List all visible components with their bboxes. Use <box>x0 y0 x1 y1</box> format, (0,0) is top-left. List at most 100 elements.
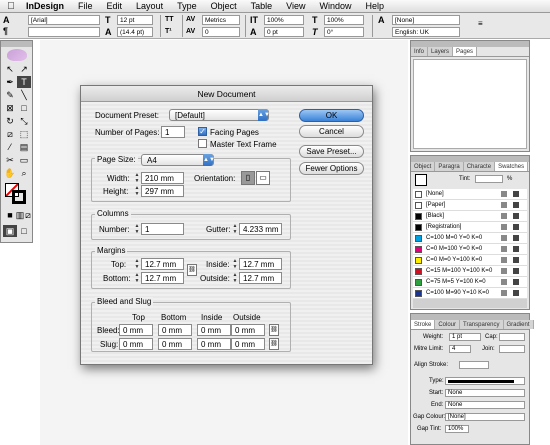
direct-selection-tool-icon[interactable]: ↗ <box>17 63 31 75</box>
horizontal-scale-field[interactable]: 100% <box>324 15 364 25</box>
slug-chain-icon[interactable]: ⛓ <box>269 338 279 350</box>
swatch-row[interactable]: C=100 M=90 Y=10 K=0 <box>413 288 527 299</box>
swatch-row[interactable]: [Registration] <box>413 222 527 233</box>
bleed-bottom-input[interactable]: 0 mm <box>158 324 192 336</box>
tab-transparency[interactable]: Transparency <box>460 320 504 329</box>
apple-menu-icon[interactable]:  <box>4 1 18 12</box>
font-style-field[interactable] <box>28 27 100 37</box>
stroke-swatch-icon[interactable] <box>12 190 26 204</box>
shear-tool-icon[interactable]: ⧄ <box>3 128 17 140</box>
columns-number-input[interactable]: 1 <box>141 223 184 235</box>
button-tool-icon[interactable]: ▭ <box>17 154 31 166</box>
tab-paragraph[interactable]: Paragra <box>435 162 464 171</box>
cancel-button[interactable]: Cancel <box>299 125 364 138</box>
join-buttons[interactable] <box>499 345 525 353</box>
apply-none-icon[interactable]: ⧄ <box>23 209 33 221</box>
inside-stepper-icon[interactable]: ▲ ▼ <box>232 258 238 270</box>
master-text-frame-checkbox[interactable] <box>198 139 207 148</box>
mitre-limit-input[interactable]: 4 <box>449 345 471 353</box>
vertical-scale-field[interactable]: 100% <box>264 15 304 25</box>
rectangle-frame-tool-icon[interactable]: ⊠ <box>3 102 17 114</box>
tab-info[interactable]: Info <box>411 47 429 56</box>
preview-mode-icon[interactable]: □ <box>17 225 31 237</box>
pages-input[interactable]: 1 <box>161 126 185 138</box>
font-family-field[interactable]: [Arial] <box>28 15 100 25</box>
start-select[interactable]: None <box>445 389 525 397</box>
tab-object[interactable]: Object <box>411 162 436 171</box>
swatch-row[interactable]: C=0 M=0 Y=100 K=0 <box>413 255 527 266</box>
height-stepper-icon[interactable]: ▲ ▼ <box>134 185 140 197</box>
scissors-tool-icon[interactable]: ✂ <box>3 154 17 166</box>
slug-bottom-input[interactable]: 0 mm <box>158 338 192 350</box>
stroke-weight-input[interactable]: 1 pt <box>449 333 481 341</box>
font-size-field[interactable]: 12 pt <box>117 15 153 25</box>
end-select[interactable]: None <box>445 401 525 409</box>
gap-colour-select[interactable]: [None] <box>445 413 525 421</box>
outside-stepper-icon[interactable]: ▲ ▼ <box>232 272 238 284</box>
swatch-row[interactable]: [Paper] <box>413 200 527 211</box>
menu-edit[interactable]: Edit <box>100 1 130 11</box>
type-tool-icon[interactable]: T <box>17 76 31 88</box>
margin-outside-input[interactable]: 12.7 mm <box>239 272 282 284</box>
rotate-tool-icon[interactable]: ↻ <box>3 115 17 127</box>
zoom-tool-icon[interactable]: ⌕ <box>17 167 31 179</box>
tab-swatches[interactable]: Swatches <box>495 162 529 171</box>
tint-input[interactable] <box>475 175 503 183</box>
menu-help[interactable]: Help <box>359 1 392 11</box>
portrait-orientation-icon[interactable]: ▯ <box>241 171 255 185</box>
swatch-row[interactable]: C=0 M=100 Y=0 K=0 <box>413 244 527 255</box>
landscape-orientation-icon[interactable]: ▭ <box>256 171 270 185</box>
bleed-top-input[interactable]: 0 mm <box>119 324 153 336</box>
selection-tool-icon[interactable]: ↖ <box>3 63 17 75</box>
number-stepper-icon[interactable]: ▲ ▼ <box>134 223 140 235</box>
bottom-stepper-icon[interactable]: ▲ ▼ <box>134 272 140 284</box>
scale-tool-icon[interactable]: ⤡ <box>17 115 31 127</box>
gap-tint-input[interactable]: 100% <box>445 425 469 433</box>
margin-bottom-input[interactable]: 12.7 mm <box>141 272 184 284</box>
pencil-tool-icon[interactable]: ✎ <box>3 89 17 101</box>
free-transform-tool-icon[interactable]: ⬚ <box>17 128 31 140</box>
skew-field[interactable]: 0° <box>324 27 364 37</box>
line-tool-icon[interactable]: ╲ <box>17 89 31 101</box>
bleed-outside-input[interactable]: 0 mm <box>231 324 265 336</box>
rectangle-tool-icon[interactable]: □ <box>17 102 31 114</box>
menu-app[interactable]: InDesign <box>18 1 71 11</box>
preset-select[interactable]: [Default] ▲▼ <box>169 109 270 121</box>
gutter-input[interactable]: 4.233 mm <box>239 223 282 235</box>
page-size-select[interactable]: A4 ▲▼ <box>141 154 215 166</box>
uppercase-icon[interactable]: TT <box>165 15 174 25</box>
align-stroke-buttons[interactable] <box>459 361 489 369</box>
eyedropper-tool-icon[interactable]: ⁄ <box>3 141 17 153</box>
menu-file[interactable]: File <box>71 1 100 11</box>
menu-type[interactable]: Type <box>170 1 204 11</box>
hand-tool-icon[interactable]: ✋ <box>3 167 17 179</box>
character-mode-icon[interactable]: A <box>3 15 10 25</box>
tab-gradient[interactable]: Gradient <box>503 320 534 329</box>
swatch-row[interactable]: [None] <box>413 189 527 200</box>
tab-layers[interactable]: Layers <box>428 47 454 56</box>
leading-field[interactable]: (14.4 pt) <box>117 27 153 37</box>
pen-tool-icon[interactable]: ✒ <box>3 76 17 88</box>
kerning-field[interactable]: Metrics <box>202 15 240 25</box>
height-input[interactable]: 297 mm <box>141 185 184 197</box>
menu-layout[interactable]: Layout <box>129 1 170 11</box>
top-stepper-icon[interactable]: ▲ ▼ <box>134 258 140 270</box>
fewer-options-button[interactable]: Fewer Options <box>299 162 364 175</box>
fill-stroke-proxy-icon[interactable] <box>415 174 427 186</box>
swatch-row[interactable]: [Black] <box>413 211 527 222</box>
gradient-tool-icon[interactable]: ▤ <box>17 141 31 153</box>
menu-view[interactable]: View <box>279 1 312 11</box>
tab-colour[interactable]: Colour <box>435 320 461 329</box>
baseline-shift-field[interactable]: 0 pt <box>264 27 304 37</box>
width-input[interactable]: 210 mm <box>141 172 184 184</box>
normal-view-mode-icon[interactable]: ▣ <box>3 225 17 237</box>
slug-top-input[interactable]: 0 mm <box>119 338 153 350</box>
slug-outside-input[interactable]: 0 mm <box>231 338 265 350</box>
cap-buttons[interactable] <box>499 333 525 341</box>
save-preset-button[interactable]: Save Preset... <box>299 145 364 158</box>
menu-table[interactable]: Table <box>244 1 280 11</box>
tracking-field[interactable]: 0 <box>202 27 240 37</box>
slug-inside-input[interactable]: 0 mm <box>197 338 231 350</box>
swatch-row[interactable]: C=100 M=0 Y=0 K=0 <box>413 233 527 244</box>
tools-panel-titlebar[interactable] <box>1 41 32 47</box>
